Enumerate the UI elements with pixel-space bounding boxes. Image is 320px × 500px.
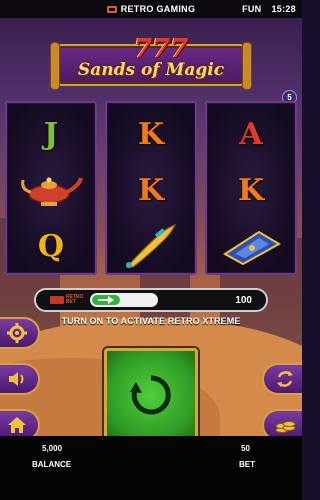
bottom-info-bar: 5,000 50 BALANCE BET	[0, 436, 302, 500]
symbol-letter: K	[237, 172, 265, 208]
autoplay-button[interactable]	[262, 363, 302, 395]
game-title-banner: 777 Sands of Magic	[50, 34, 252, 90]
settings-button[interactable]	[0, 317, 40, 349]
retro-bet-value: 100	[235, 294, 252, 306]
status-right: FUN 15:28	[242, 0, 296, 18]
retro-bet-logo-icon	[50, 296, 64, 304]
magic-lamp-icon	[21, 177, 83, 206]
spin-button[interactable]	[104, 348, 198, 436]
bet-coins-button[interactable]	[262, 409, 302, 436]
symbol-letter: A	[239, 116, 263, 152]
retro-bet-bar: RETRO BET 100	[34, 288, 268, 312]
retro-bet-logo: RETRO BET	[50, 295, 84, 305]
speaker-icon	[9, 372, 24, 386]
retro-bet-logo-line2: BET	[66, 299, 76, 305]
coins-icon	[275, 421, 296, 433]
retro-xtreme-toggle[interactable]	[89, 293, 158, 307]
symbol-letter: K	[137, 172, 165, 208]
reel-3: A K	[205, 101, 297, 275]
symbol-letter: K	[137, 116, 165, 152]
flying-carpet-icon	[223, 230, 281, 266]
game-title: Sands of Magic	[77, 60, 225, 80]
balance-value: 5,000	[42, 444, 63, 453]
bet-label: BET	[239, 460, 255, 469]
brand: RETRO GAMING	[106, 4, 196, 14]
reel-symbol	[7, 161, 95, 219]
game-scene: 777 Sands of Magic 5 J Q K K A K RETRO B…	[0, 18, 302, 436]
reel-symbol	[107, 217, 195, 275]
retro-xtreme-caption: TURN ON TO ACTIVATE RETRO XTREME	[61, 316, 241, 326]
bet-value: 50	[241, 444, 250, 453]
arrow-right-icon	[97, 296, 114, 304]
reel-symbol: K	[107, 105, 195, 163]
autoplay-icon	[277, 371, 293, 387]
mode-label: FUN	[242, 4, 262, 14]
reel-1: J Q	[5, 101, 97, 275]
home-icon	[8, 417, 26, 433]
spin-icon	[130, 375, 171, 415]
sound-button[interactable]	[0, 363, 40, 395]
reel-symbol: Q	[7, 217, 95, 275]
gear-icon	[7, 323, 27, 343]
clock: 15:28	[271, 4, 296, 14]
reel-symbol: A	[207, 105, 295, 163]
home-button[interactable]	[0, 409, 40, 436]
reel-symbol: K	[207, 161, 295, 219]
balance-label: BALANCE	[32, 460, 72, 469]
toggle-knob[interactable]	[91, 295, 120, 305]
top-status-bar: RETRO GAMING FUN 15:28	[0, 0, 302, 18]
reel-2: K K	[105, 101, 197, 275]
reel-symbol	[207, 217, 295, 275]
reel-symbol: J	[7, 105, 95, 163]
dagger-icon	[125, 223, 177, 268]
reel-symbol: K	[107, 161, 195, 219]
symbol-letter: Q	[37, 228, 65, 264]
retro-gaming-logo-icon	[106, 5, 117, 13]
symbol-letter: J	[43, 116, 59, 152]
brand-name: RETRO GAMING	[120, 4, 196, 14]
